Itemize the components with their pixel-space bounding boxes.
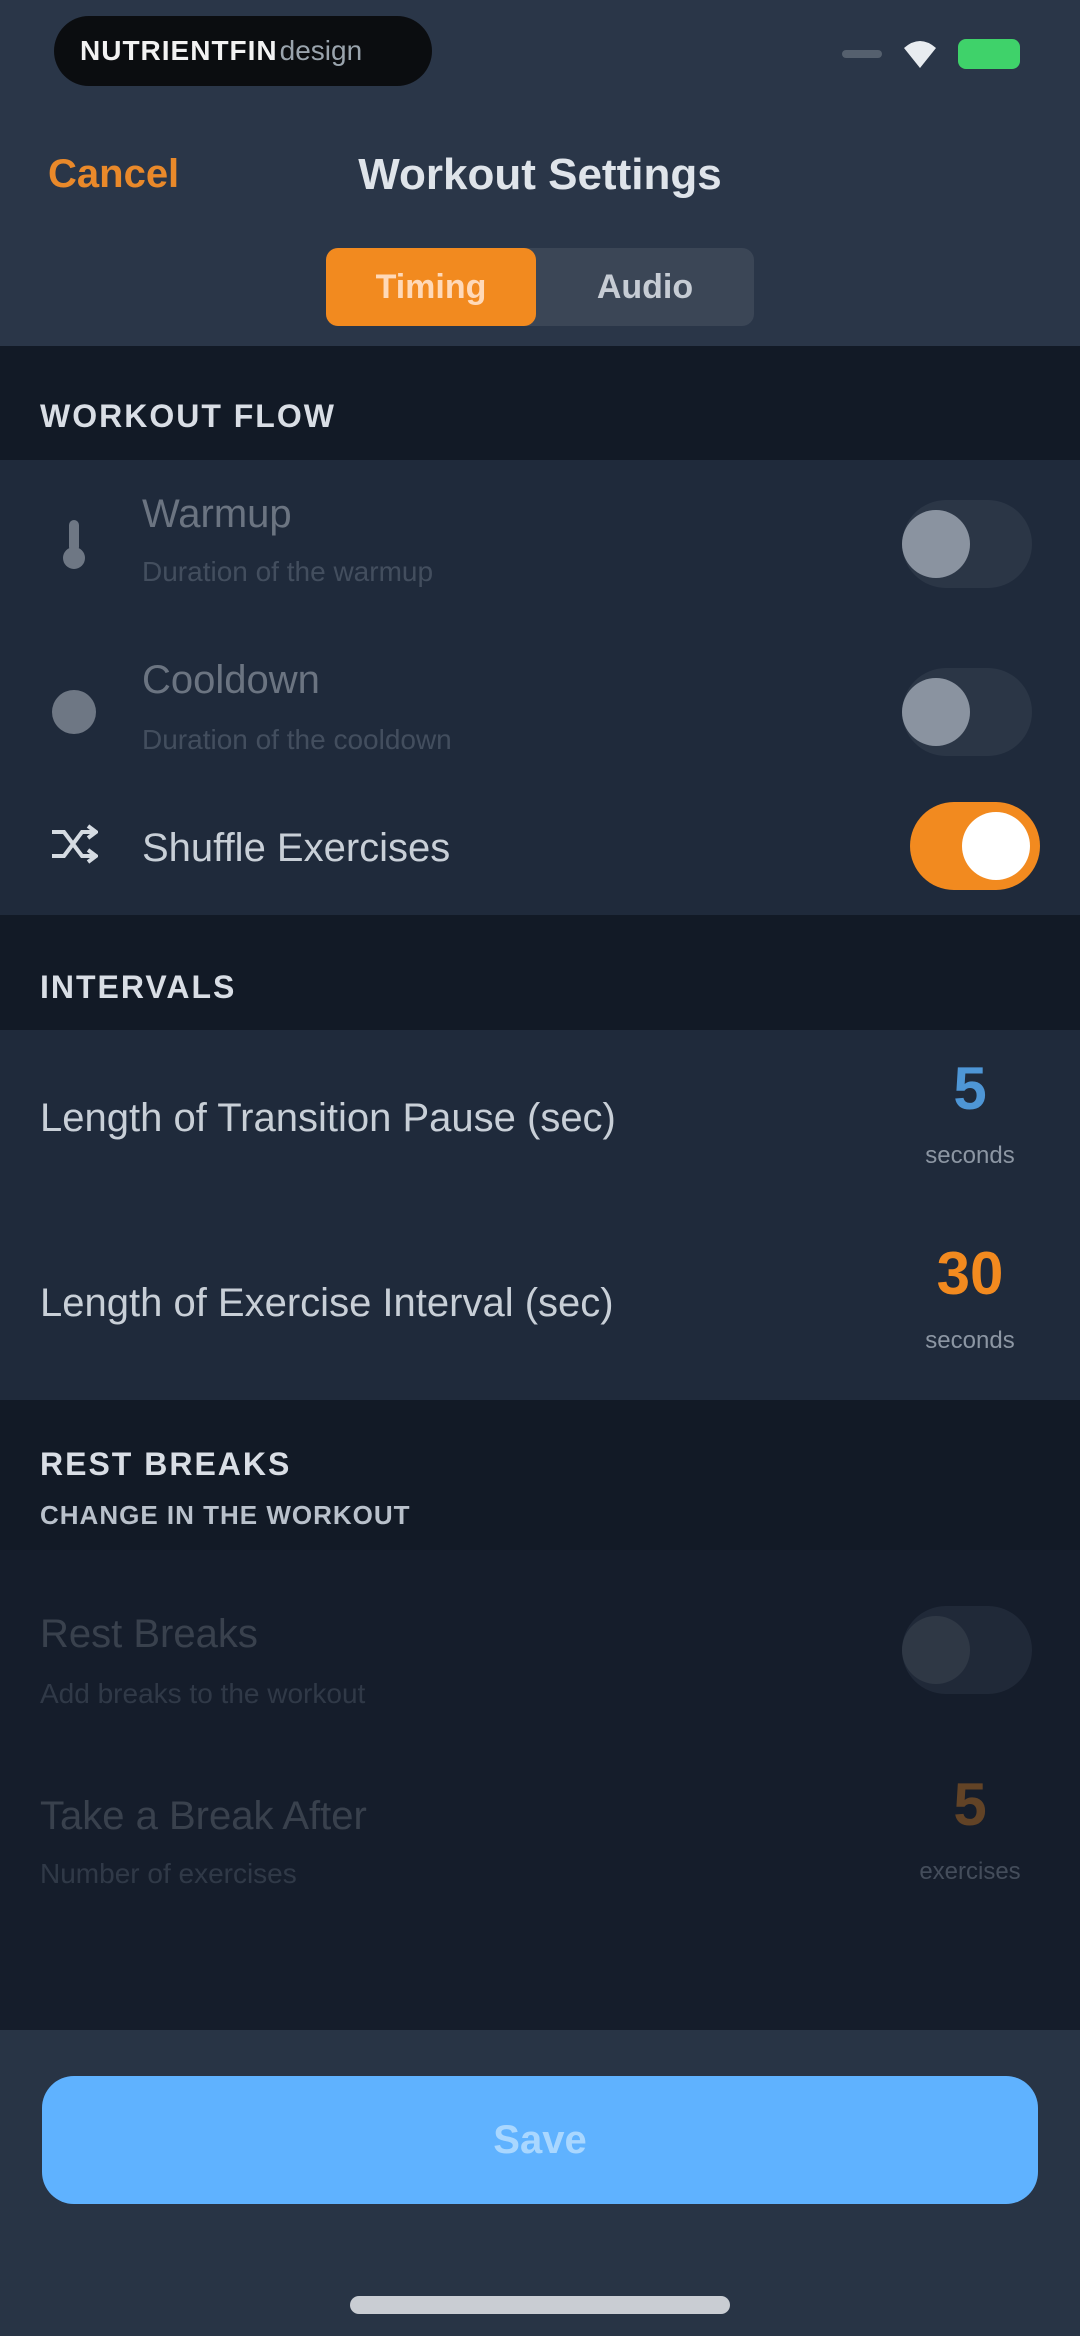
exercise-interval-label: Length of Exercise Interval (sec) [40,1281,614,1325]
break-after-unit: exercises [919,1858,1021,1885]
break-after-value[interactable]: 5 [910,1770,1030,1839]
intervals-title: INTERVALS [40,969,237,1005]
shuffle-icon [46,816,102,872]
warmup-toggle[interactable] [902,500,1032,588]
break-after-description: Number of exercises [40,1858,297,1889]
wifi-icon [900,38,940,70]
segmented-control: Timing Audio [326,248,754,326]
rest-breaks-subtitle: CHANGE IN THE WORKOUT [40,1500,411,1530]
tab-audio[interactable]: Audio [536,248,754,326]
cooldown-description: Duration of the cooldown [142,724,452,755]
intervals-header: INTERVALS [0,915,1080,1030]
warmup-row[interactable]: Warmup Duration of the warmup [0,460,1080,628]
brand-bold-text: NUTRIENTFIN [80,35,278,66]
transition-pause-label: Length of Transition Pause (sec) [40,1096,616,1140]
save-button[interactable]: Save [42,2076,1038,2204]
rest-breaks-label: Rest Breaks [40,1612,258,1656]
workout-flow-title: WORKOUT FLOW [40,398,336,434]
workout-flow-section: Warmup Duration of the warmup Cooldown D… [0,460,1080,915]
rest-breaks-toggle[interactable] [902,1606,1032,1694]
shuffle-label: Shuffle Exercises [142,826,451,870]
break-after-label: Take a Break After [40,1794,367,1838]
cooldown-label: Cooldown [142,658,320,702]
transition-pause-value[interactable]: 5 [910,1054,1030,1123]
warmup-label: Warmup [142,492,292,536]
signal-icon [842,50,882,58]
brand-pill: NUTRIENTFIN design [54,16,432,86]
page-title: Workout Settings [358,150,722,199]
exercise-interval-row[interactable]: Length of Exercise Interval (sec) 30 sec… [0,1215,1080,1400]
intervals-section: Length of Transition Pause (sec) 5 secon… [0,1030,1080,1400]
shuffle-row[interactable]: Shuffle Exercises [0,796,1080,915]
cooldown-row[interactable]: Cooldown Duration of the cooldown [0,628,1080,796]
exercise-interval-value[interactable]: 30 [910,1239,1030,1308]
workout-flow-header: WORKOUT FLOW [0,346,1080,460]
rest-breaks-section: Rest Breaks Add breaks to the workout Ta… [0,1550,1080,2030]
rest-breaks-row[interactable]: Rest Breaks Add breaks to the workout [0,1550,1080,1730]
cooldown-toggle[interactable] [902,668,1032,756]
rest-breaks-header: REST BREAKS CHANGE IN THE WORKOUT [0,1400,1080,1550]
toggle-knob [962,812,1030,880]
toggle-knob [902,678,970,746]
brand-light-text: design [279,35,363,66]
warmup-description: Duration of the warmup [142,556,434,587]
rest-breaks-title: REST BREAKS [40,1446,292,1482]
rest-breaks-description: Add breaks to the workout [40,1678,366,1709]
status-icons [842,38,1020,70]
thermometer-icon [46,516,102,572]
toggle-knob [902,1616,970,1684]
transition-pause-row[interactable]: Length of Transition Pause (sec) 5 secon… [0,1030,1080,1215]
snowflake-icon [46,684,102,740]
transition-pause-unit: seconds [925,1142,1015,1169]
exercise-interval-unit: seconds [925,1327,1015,1354]
toggle-knob [902,510,970,578]
break-after-row[interactable]: Take a Break After Number of exercises 5… [0,1730,1080,1930]
tab-timing[interactable]: Timing [326,248,536,326]
home-indicator[interactable] [350,2296,730,2314]
battery-icon [958,39,1020,69]
shuffle-toggle[interactable] [910,802,1040,890]
